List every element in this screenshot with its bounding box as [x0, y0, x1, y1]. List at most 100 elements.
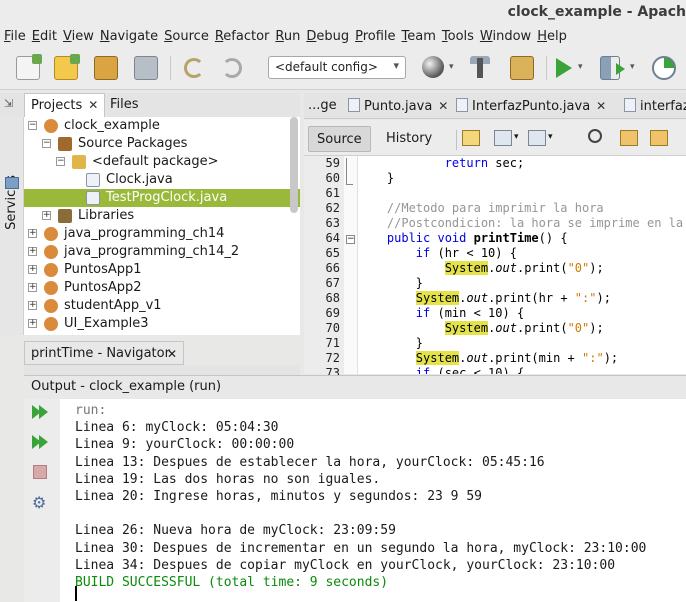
- tree-item[interactable]: − clock_example: [24, 117, 300, 135]
- expand-toggle[interactable]: +: [28, 319, 37, 328]
- collapse-toggle[interactable]: −: [42, 139, 51, 148]
- undo-icon[interactable]: [184, 58, 204, 78]
- tree-item[interactable]: − Source Packages: [24, 135, 300, 153]
- menu-help[interactable]: Help: [537, 29, 567, 44]
- fold-toggle[interactable]: −: [346, 235, 355, 244]
- menu-source[interactable]: Source: [164, 29, 209, 44]
- code-token: //Metodo para imprimir la hora: [358, 201, 604, 215]
- menu-run[interactable]: Run: [275, 29, 300, 44]
- expand-toggle[interactable]: +: [28, 229, 37, 238]
- output-line: Linea 9: yourClock: 00:00:00: [75, 437, 295, 453]
- tree-item[interactable]: + Libraries: [24, 207, 300, 225]
- code-token: public void: [386, 231, 467, 245]
- collapse-toggle[interactable]: −: [28, 121, 37, 130]
- output-line: Linea 30: Despues de incrementar en un s…: [75, 540, 647, 556]
- config-select[interactable]: <default config> ▾: [268, 56, 406, 79]
- clean-build-icon[interactable]: [510, 56, 534, 80]
- code-token: );: [589, 261, 604, 275]
- close-icon[interactable]: ✕: [438, 99, 448, 113]
- source-button[interactable]: Source: [308, 126, 371, 152]
- tree-item-label: Clock.java: [106, 172, 173, 187]
- tree-item[interactable]: + studentApp_v1: [24, 297, 300, 315]
- tab-projects[interactable]: Projects ✕: [24, 93, 106, 117]
- code-line: //Metodo para imprimir la hora: [358, 201, 604, 216]
- debug-icon[interactable]: [600, 56, 625, 80]
- menu-edit[interactable]: Edit: [32, 29, 57, 44]
- find-next-icon[interactable]: [650, 130, 668, 146]
- build-hammer-icon[interactable]: [470, 56, 490, 80]
- menu-window[interactable]: Window: [480, 29, 531, 44]
- target-platform-icon[interactable]: [422, 56, 444, 78]
- project-icon: [44, 299, 58, 313]
- tab-projects-label: Projects: [31, 98, 83, 113]
- settings-gear-icon[interactable]: ⚙: [32, 493, 46, 512]
- menu-refactor[interactable]: Refactor: [215, 29, 270, 44]
- line-number: 70: [325, 321, 340, 335]
- editor-tab[interactable]: InterfazPunto.java ✕: [452, 96, 610, 118]
- editor-tab[interactable]: Punto.java ✕: [344, 96, 452, 118]
- menu-team[interactable]: Team: [402, 29, 436, 44]
- line-number: 59: [325, 156, 340, 170]
- line-number: 67: [325, 276, 340, 290]
- back-icon[interactable]: [494, 130, 512, 146]
- tree-item[interactable]: + PuntosApp2: [24, 279, 300, 297]
- editor-tab[interactable]: interfazEn: [620, 96, 686, 118]
- expand-toggle[interactable]: +: [28, 265, 37, 274]
- close-icon[interactable]: ✕: [88, 98, 98, 112]
- expand-toggle[interactable]: +: [28, 283, 37, 292]
- tree-item[interactable]: + PuntosApp1: [24, 261, 300, 279]
- profile-icon[interactable]: [652, 56, 676, 80]
- output-console[interactable]: run: Linea 6: myClock: 05:04:30 Linea 9: y…: [60, 399, 686, 602]
- find-previous-icon[interactable]: [620, 130, 638, 146]
- redo-icon[interactable]: [222, 58, 242, 78]
- code-editor[interactable]: return sec; } //Metodo para imprimir la …: [358, 156, 686, 374]
- menu-tools[interactable]: Tools: [442, 29, 474, 44]
- forward-icon[interactable]: [528, 130, 546, 146]
- editor-tab[interactable]: ...ge: [304, 96, 341, 118]
- minimize-icon[interactable]: ⇲: [4, 97, 13, 110]
- new-project-icon[interactable]: [54, 54, 80, 80]
- expand-toggle[interactable]: +: [28, 301, 37, 310]
- history-button[interactable]: History: [378, 126, 440, 152]
- tree-item[interactable]: + java_programming_ch14_2: [24, 243, 300, 261]
- navigator-tab[interactable]: printTime - Navigator ✕: [24, 341, 184, 365]
- tree-item[interactable]: + java_programming_ch14: [24, 225, 300, 243]
- tab-files-label: Files: [110, 97, 139, 112]
- close-icon[interactable]: ✕: [596, 99, 606, 113]
- code-token: if: [415, 306, 431, 320]
- tree-item[interactable]: − <default package>: [24, 153, 300, 171]
- stop-icon[interactable]: [33, 465, 47, 479]
- tree-item[interactable]: TestProgClock.java: [24, 189, 300, 207]
- tree-item-label: PuntosApp1: [64, 262, 142, 277]
- last-edit-icon[interactable]: [462, 130, 480, 146]
- services-icon[interactable]: [5, 177, 19, 189]
- open-project-icon[interactable]: [94, 56, 118, 80]
- expand-toggle[interactable]: +: [28, 247, 37, 256]
- menu-view[interactable]: View: [63, 29, 94, 44]
- java-file-icon: [456, 98, 468, 112]
- tree-item[interactable]: + UI_Example3: [24, 315, 300, 333]
- fold-line: [346, 158, 347, 184]
- projects-scrollbar[interactable]: [290, 117, 298, 213]
- save-all-icon[interactable]: [134, 56, 158, 80]
- close-icon[interactable]: ✕: [167, 347, 177, 361]
- rerun-icon: [39, 405, 48, 419]
- line-number: 62: [325, 201, 340, 215]
- tree-item[interactable]: Clock.java: [24, 171, 300, 189]
- menu-bar: File Edit View Navigate Source Refactor Run Deb…: [0, 26, 686, 46]
- menu-file[interactable]: File: [4, 29, 26, 44]
- run-icon[interactable]: [556, 58, 572, 78]
- find-icon[interactable]: [588, 129, 602, 143]
- expand-toggle[interactable]: +: [42, 211, 51, 220]
- toolbar-separator: [546, 56, 547, 80]
- tree-item-label: studentApp_v1: [64, 298, 162, 313]
- code-line: //Postcondicion: la hora se imprime en l…: [358, 216, 683, 231]
- menu-profile[interactable]: Profile: [355, 29, 395, 44]
- code-token: sec;: [488, 156, 525, 170]
- menu-debug[interactable]: Debug: [306, 29, 349, 44]
- collapse-toggle[interactable]: −: [56, 157, 65, 166]
- menu-navigate[interactable]: Navigate: [100, 29, 158, 44]
- tab-files[interactable]: Files: [104, 93, 145, 117]
- new-file-icon[interactable]: [16, 54, 42, 80]
- fold-line: [346, 184, 353, 185]
